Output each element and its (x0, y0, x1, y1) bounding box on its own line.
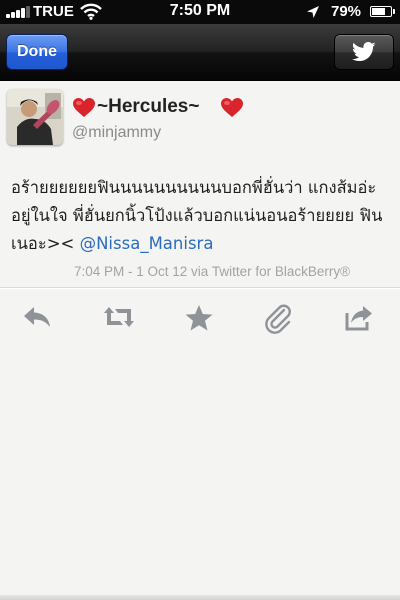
favorite-button[interactable] (178, 298, 222, 338)
action-bar (0, 298, 400, 342)
username[interactable]: @minjammy (72, 124, 161, 142)
display-name[interactable]: ~Hercules~ (97, 96, 199, 118)
bottom-edge (0, 595, 400, 600)
avatar[interactable] (7, 89, 63, 145)
share-twitter-button[interactable] (334, 34, 394, 70)
location-arrow-icon (307, 6, 319, 18)
nav-bar: Done (0, 24, 400, 81)
heart-icon (221, 98, 243, 117)
share-button[interactable] (338, 298, 382, 338)
divider (0, 287, 400, 288)
tweet-text: อร้ายยยยยยฟินนนนนนนนนนบอกพี่ฮั่นว่า แกงส… (11, 174, 395, 258)
twitter-bird-icon (352, 42, 376, 61)
done-button[interactable]: Done (6, 34, 68, 70)
share-icon (345, 306, 372, 331)
favorite-star-icon (185, 305, 213, 331)
reply-button[interactable] (17, 298, 61, 338)
avatar-image (7, 89, 63, 145)
attachment-button[interactable] (258, 298, 302, 338)
attachment-clip-icon (265, 304, 291, 334)
tweet-meta: 7:04 PM - 1 Oct 12 via Twitter for Black… (74, 264, 351, 279)
heart-icon (73, 98, 95, 117)
battery-percent: 79% (331, 3, 362, 20)
retweet-icon (104, 307, 134, 327)
status-bar: TRUE 7:50 PM 79% (0, 0, 400, 24)
reply-icon (24, 307, 50, 327)
retweet-button[interactable] (97, 298, 141, 338)
mention-link[interactable]: @Nissa_Manisra (80, 234, 214, 253)
battery-level (372, 8, 386, 15)
battery-icon (370, 6, 395, 17)
